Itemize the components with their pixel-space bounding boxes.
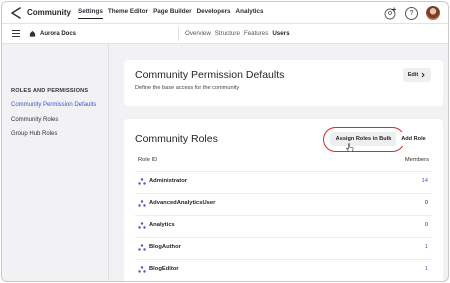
sub-tabs: Overview Structure Features Users [185, 30, 294, 37]
sidebar: ROLES AND PERMISSIONS Community Permissi… [2, 44, 109, 281]
tab-users[interactable]: Users [272, 30, 289, 37]
nav-analytics[interactable]: Analytics [236, 8, 264, 19]
nav-theme-editor[interactable]: Theme Editor [108, 8, 148, 19]
role-icon [138, 244, 146, 251]
help-icon[interactable]: ? [405, 6, 418, 20]
tab-overview[interactable]: Overview [185, 30, 211, 37]
edit-button[interactable]: Edit [403, 68, 431, 82]
sidebar-item-community-roles[interactable]: Community Roles [11, 117, 58, 123]
divider [178, 27, 179, 41]
community-roles-card: Community Roles Assign Roles in Bulk Add… [124, 119, 443, 281]
role-name[interactable]: BlogAuthor [149, 244, 181, 250]
community-logo-icon[interactable] [10, 7, 22, 19]
add-user-icon[interactable] [384, 7, 397, 20]
column-header-members: Members [404, 157, 429, 163]
role-icon [138, 266, 146, 273]
table-row[interactable]: Administrator 14 [135, 171, 432, 190]
hand-cursor-icon [346, 143, 354, 152]
avatar[interactable] [426, 6, 440, 20]
tab-features[interactable]: Features [244, 30, 268, 37]
role-name[interactable]: Administrator [149, 178, 187, 184]
top-nav: Settings Theme Editor Page Builder Devel… [78, 8, 269, 19]
permission-card-title: Community Permission Defaults [135, 69, 285, 81]
permission-defaults-card: Community Permission Defaults Define the… [124, 60, 443, 106]
top-bar: Community Settings Theme Editor Page Bui… [2, 2, 448, 24]
table-row[interactable]: AdvancedAnalyticsUser 0 [135, 193, 432, 212]
sub-bar: Aurora Docs Overview Structure Features … [2, 24, 448, 44]
table-row[interactable]: BlogEditor 1 [135, 259, 432, 278]
role-name[interactable]: BlogEditor [149, 266, 179, 272]
sidebar-item-permission-defaults[interactable]: Community Permission Defaults [11, 102, 96, 108]
role-icon [138, 200, 146, 207]
home-icon [29, 30, 36, 37]
tab-structure[interactable]: Structure [215, 30, 240, 37]
member-count-link[interactable]: 1 [425, 244, 428, 250]
sidebar-heading: ROLES AND PERMISSIONS [11, 88, 89, 94]
assign-roles-bulk-button[interactable]: Assign Roles in Bulk [330, 132, 397, 146]
permission-card-description: Define the base access for the community [135, 85, 240, 91]
role-icon [138, 222, 146, 229]
breadcrumb[interactable]: Aurora Docs [29, 30, 76, 37]
breadcrumb-label: Aurora Docs [40, 30, 77, 37]
sidebar-item-group-hub-roles[interactable]: Group Hub Roles [11, 131, 57, 137]
table-row[interactable]: BlogAuthor 1 [135, 237, 432, 256]
member-count: 0 [424, 222, 428, 228]
role-name[interactable]: Analytics [149, 222, 175, 228]
table-row[interactable]: Analytics 0 [135, 215, 432, 234]
app-title: Community [27, 8, 71, 17]
nav-developers[interactable]: Developers [197, 8, 231, 19]
app-window: Community Settings Theme Editor Page Bui… [1, 1, 449, 282]
edit-button-label: Edit [407, 72, 419, 78]
member-count: 0 [424, 200, 428, 206]
nav-settings[interactable]: Settings [78, 8, 103, 19]
add-role-button[interactable]: Add Role [396, 132, 431, 146]
chevron-right-icon [421, 72, 425, 78]
member-count-link[interactable]: 1 [425, 266, 428, 272]
roles-card-title: Community Roles [135, 133, 218, 145]
column-header-role-id: Role ID [138, 157, 158, 163]
role-icon [138, 178, 146, 185]
menu-icon[interactable] [12, 30, 20, 37]
nav-page-builder[interactable]: Page Builder [153, 8, 192, 19]
header-actions: ? [384, 6, 440, 20]
role-name[interactable]: AdvancedAnalyticsUser [149, 200, 215, 206]
member-count-link[interactable]: 14 [422, 178, 428, 184]
